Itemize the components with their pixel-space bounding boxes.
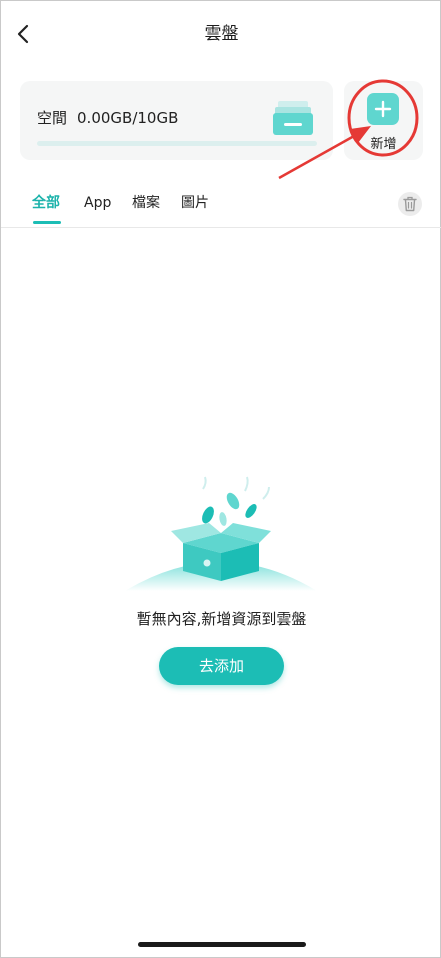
tab-divider [1,227,441,228]
trash-button[interactable] [398,192,422,216]
storage-progress-bar [37,141,317,146]
tab-active-indicator [33,221,61,224]
storage-drive-icon [273,101,313,135]
empty-box-illustration [125,476,317,591]
add-button-label: 新增 [370,137,397,152]
tab-app[interactable]: App [84,191,111,215]
home-indicator [138,942,306,947]
tab-all[interactable]: 全部 [32,191,60,215]
storage-card: 空間 0.00GB/10GB [20,81,333,160]
tab-files[interactable]: 檔案 [132,191,160,215]
add-resource-button[interactable]: 去添加 [159,647,284,685]
app-frame: 雲盤 空間 0.00GB/10GB 新增 全部 App 檔案 圖片 暫無內容,新… [0,0,441,958]
storage-info: 空間 0.00GB/10GB [37,108,178,128]
tab-images[interactable]: 圖片 [181,191,209,215]
empty-state-message: 暫無內容,新增資源到雲盤 [136,610,307,628]
storage-value: 0.00GB/10GB [77,109,179,127]
page-title: 雲盤 [204,24,239,44]
add-button[interactable]: 新增 [344,81,423,160]
trash-icon [403,196,417,212]
plus-icon [367,93,399,125]
storage-label: 空間 [37,109,68,127]
